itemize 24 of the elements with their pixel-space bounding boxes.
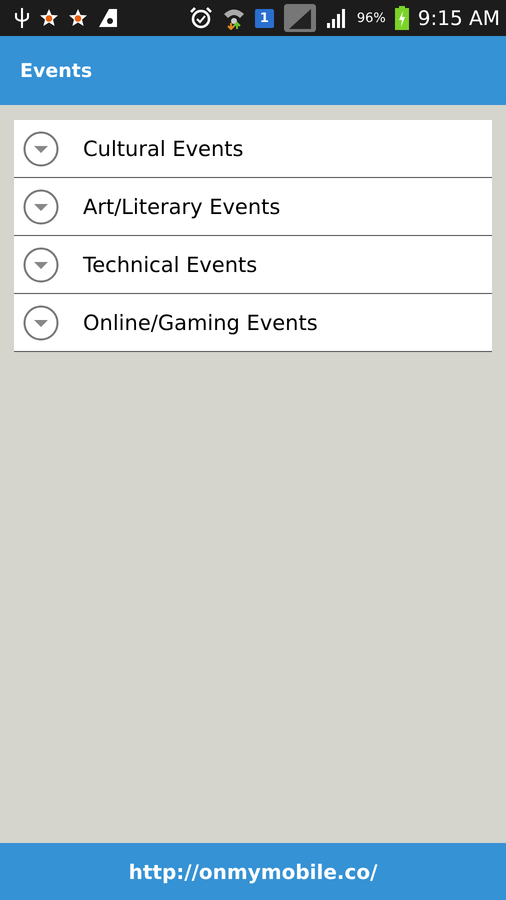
- expand-icon[interactable]: [23, 188, 59, 224]
- group-label: Technical Events: [83, 252, 258, 276]
- group-label: Art/Literary Events: [83, 194, 280, 218]
- battery-percent: 96%: [356, 10, 386, 26]
- screen-title: Events: [20, 60, 92, 82]
- alarm-icon: [188, 6, 213, 30]
- signal-icon: [282, 3, 317, 33]
- usb-icon: [14, 7, 30, 29]
- group-label: Online/Gaming Events: [83, 310, 318, 334]
- event-group-row[interactable]: Art/Literary Events: [14, 178, 492, 236]
- event-group-row[interactable]: Technical Events: [14, 236, 492, 294]
- expand-icon[interactable]: [23, 130, 59, 166]
- star-icon: [68, 8, 88, 28]
- battery-icon: [394, 6, 409, 30]
- event-group-row[interactable]: Online/Gaming Events: [14, 294, 492, 352]
- star-icon: [39, 8, 59, 28]
- group-label: Cultural Events: [83, 136, 244, 160]
- sim-badge: 1: [254, 8, 274, 28]
- expand-icon[interactable]: [23, 246, 59, 282]
- expand-icon[interactable]: [23, 304, 59, 340]
- signal-icon: [326, 8, 348, 28]
- clock-time: 9:15 AM: [418, 6, 500, 30]
- app-logo-icon: [97, 7, 119, 29]
- event-group-row[interactable]: Cultural Events: [14, 120, 492, 178]
